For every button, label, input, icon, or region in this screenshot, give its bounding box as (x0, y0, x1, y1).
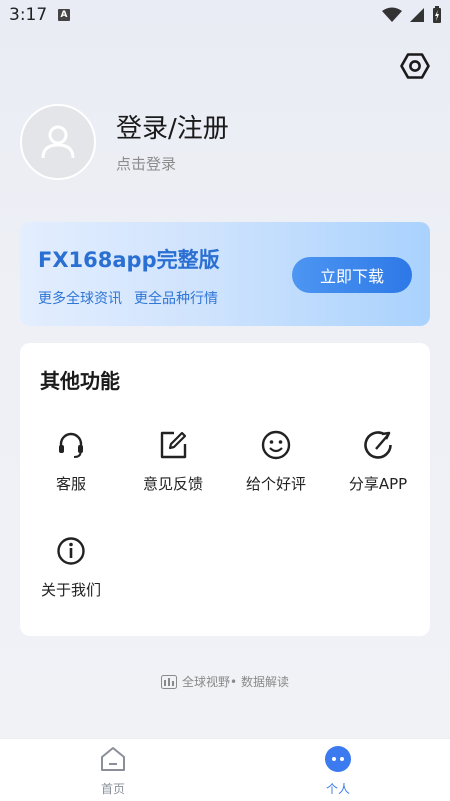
signal-icon (410, 8, 424, 22)
feature-label: 给个好评 (245, 475, 306, 493)
promo-subtitle: 更多全球资讯 更全品种行情 (38, 288, 218, 308)
settings-hex-icon (400, 53, 430, 79)
settings-button[interactable] (399, 50, 431, 82)
features-card: 其他功能 客服 意见反馈 给个好评 分享APP 关于我们 (20, 343, 430, 636)
headset-icon (59, 432, 83, 458)
info-icon (57, 537, 85, 565)
avatar[interactable] (20, 104, 96, 180)
feature-label: 分享APP (348, 475, 408, 493)
nav-profile[interactable]: 个人 (298, 745, 378, 797)
login-register-title[interactable]: 登录/注册 (116, 108, 229, 145)
features-title: 其他功能 (40, 369, 120, 393)
nav-profile-label: 个人 (325, 782, 350, 796)
promo-title: FX168app完整版 (38, 248, 220, 272)
footer-slogan: 全球视野• 数据解读 (182, 675, 289, 689)
status-time: 3:17 (9, 5, 48, 25)
feature-feedback[interactable]: 意见反馈 (122, 429, 224, 494)
smile-icon (261, 430, 291, 460)
nav-home[interactable]: 首页 (73, 745, 153, 797)
bottom-nav: 首页 个人 (0, 738, 450, 801)
profile-nav-icon (325, 746, 351, 772)
brand-logo-icon (161, 674, 178, 689)
feature-label: 意见反馈 (142, 475, 203, 493)
feature-about[interactable]: 关于我们 (20, 535, 122, 600)
share-icon (364, 431, 392, 459)
home-icon (101, 747, 125, 771)
battery-icon (433, 6, 441, 23)
feature-label: 客服 (55, 475, 86, 493)
promo-subtitle-2: 更全品种行情 (134, 291, 218, 307)
feature-share[interactable]: 分享APP (327, 429, 429, 494)
footer-brand: 全球视野• 数据解读 (0, 673, 450, 690)
status-bar: 3:17 A (0, 0, 450, 32)
download-button[interactable]: 立即下载 (292, 257, 412, 293)
feature-rate[interactable]: 给个好评 (225, 429, 327, 494)
status-icons (382, 6, 442, 24)
wifi-icon (382, 7, 402, 22)
feature-customer-service[interactable]: 客服 (20, 429, 122, 494)
promo-subtitle-1: 更多全球资讯 (38, 291, 122, 307)
promo-banner[interactable]: FX168app完整版 更多全球资讯 更全品种行情 立即下载 (20, 222, 430, 326)
login-subtitle[interactable]: 点击登录 (116, 153, 176, 174)
user-icon (41, 125, 75, 159)
edit-icon (160, 431, 187, 459)
feature-label: 关于我们 (40, 581, 101, 599)
nav-home-label: 首页 (100, 782, 125, 796)
notification-indicator: A (58, 9, 70, 21)
